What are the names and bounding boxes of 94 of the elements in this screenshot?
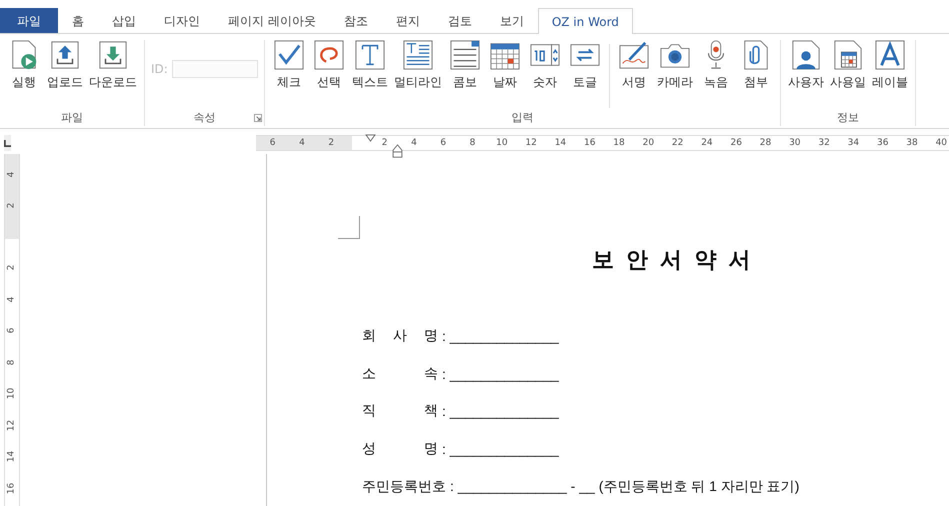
ruler-number: 32 bbox=[818, 137, 830, 150]
ruler-number: 14 bbox=[6, 450, 18, 464]
field-label: 소 속 bbox=[362, 364, 438, 383]
ribbon-button[interactable]: 날짜 bbox=[484, 40, 525, 91]
ruler-number: 4 bbox=[411, 137, 417, 150]
fill-in-line: : ______________ bbox=[442, 440, 559, 457]
group-label: 속성 bbox=[193, 110, 216, 124]
ruler-number: 26 bbox=[730, 137, 742, 150]
id-label: ID: bbox=[151, 62, 168, 76]
ruler-number: 2 bbox=[382, 137, 388, 150]
ruler-number: 8 bbox=[470, 137, 476, 150]
ruler-number: 22 bbox=[672, 137, 684, 150]
ruler-number: 20 bbox=[642, 137, 654, 150]
document-title: 보 안 서 약 서 bbox=[592, 246, 754, 274]
calendar-document-icon bbox=[832, 40, 863, 70]
checkbox-icon bbox=[274, 40, 304, 70]
margin-corner-mark bbox=[338, 216, 360, 239]
ruler-number: 34 bbox=[848, 137, 860, 150]
first-line-indent-icon[interactable] bbox=[365, 134, 376, 142]
ribbon-tab[interactable]: 홈 bbox=[58, 8, 98, 33]
field-label: 직 책 bbox=[362, 402, 438, 420]
fill-in-line: : ______________ bbox=[442, 328, 559, 344]
ribbon-button[interactable]: 레이블 bbox=[868, 40, 911, 91]
list-box-icon bbox=[450, 40, 480, 70]
ruler-number: 2 bbox=[328, 137, 334, 150]
ribbon-button[interactable]: 텍스트 bbox=[348, 40, 391, 91]
ribbon-button[interactable]: 선택 bbox=[308, 40, 349, 91]
ruler-number: 2 bbox=[6, 202, 18, 210]
fill-in-line: : ______________ bbox=[442, 366, 559, 382]
ribbon-tab[interactable]: 삽입 bbox=[98, 8, 150, 33]
ribbon-tab[interactable]: 참조 bbox=[330, 8, 382, 33]
tab-selector-button[interactable] bbox=[4, 135, 11, 151]
ribbon-button[interactable]: 첨부 bbox=[736, 40, 776, 91]
ruler-number: 4 bbox=[6, 295, 18, 304]
field-label: 성 명 bbox=[362, 440, 438, 458]
ruler-number: 6 bbox=[270, 137, 276, 150]
ribbon-button[interactable]: 숫자 bbox=[524, 40, 565, 91]
lasso-icon bbox=[314, 40, 344, 70]
ruler-number: 16 bbox=[584, 137, 596, 150]
ribbon-button[interactable]: 녹음 bbox=[696, 40, 736, 91]
ruler-number: 6 bbox=[6, 326, 18, 336]
ribbon-tab[interactable]: 디자인 bbox=[150, 8, 214, 33]
ribbon-button[interactable]: 멀티라인 bbox=[390, 40, 445, 91]
ruler-number: 2 bbox=[6, 264, 18, 272]
ribbon-button[interactable]: 토글 bbox=[564, 40, 605, 91]
ruler-number: 36 bbox=[876, 137, 888, 150]
ribbon-tab[interactable]: OZ in Word bbox=[538, 8, 633, 34]
ribbon-tab[interactable]: 페이지 레이아웃 bbox=[214, 8, 330, 33]
ruler-number: 38 bbox=[906, 137, 918, 150]
fill-in-line: : ______________ - __ (주민등록번호 뒤 1 자리만 표기) bbox=[450, 478, 800, 496]
ruler-number: 28 bbox=[760, 137, 772, 150]
ruler-number: 4 bbox=[6, 170, 18, 180]
ribbon-button[interactable]: 사용자 bbox=[784, 40, 827, 91]
ribbon-button[interactable]: 다운로드 bbox=[86, 40, 140, 91]
ruler-number: 30 bbox=[789, 137, 801, 150]
ribbon-tab[interactable]: 보기 bbox=[486, 8, 538, 33]
fill-in-line: : ______________ bbox=[442, 403, 559, 420]
ribbon-button[interactable]: 체크 bbox=[268, 40, 309, 91]
text-lines-icon bbox=[402, 40, 433, 70]
ribbon-button[interactable]: 업로드 bbox=[44, 40, 86, 91]
group-label: 파일 bbox=[61, 110, 83, 124]
text-letter-icon bbox=[354, 40, 385, 70]
ruler-number: 4 bbox=[299, 137, 305, 150]
ruler-number: 10 bbox=[496, 137, 508, 150]
left-tab-icon bbox=[4, 140, 11, 146]
ruler-number: 40 bbox=[936, 137, 948, 150]
left-indent-icon[interactable] bbox=[392, 144, 403, 158]
letter-icon bbox=[874, 40, 905, 70]
pen-signature-icon bbox=[618, 40, 649, 70]
upload-icon bbox=[50, 40, 80, 70]
ruler-number: 12 bbox=[525, 137, 537, 150]
ruler-number: 6 bbox=[440, 137, 446, 150]
dialog-launcher-icon[interactable] bbox=[254, 114, 262, 122]
download-icon bbox=[98, 40, 128, 70]
ribbon-tab[interactable]: 검토 bbox=[434, 8, 486, 33]
ruler-number: 18 bbox=[613, 137, 625, 150]
ruler-number: 10 bbox=[6, 386, 18, 400]
field-label: 주민등록번호 bbox=[362, 478, 446, 496]
ribbon-button[interactable]: 실행 bbox=[4, 40, 44, 91]
ruler-number: 16 bbox=[6, 481, 18, 495]
ribbon-tab[interactable]: 파일 bbox=[0, 8, 58, 33]
group-label: 정보 bbox=[836, 110, 859, 124]
ruler-number: 14 bbox=[554, 137, 566, 150]
ribbon-button[interactable]: 콤보 bbox=[444, 40, 485, 91]
user-document-icon bbox=[790, 40, 821, 70]
ribbon-tab[interactable]: 편지 bbox=[382, 8, 434, 33]
field-label: 회 사 명 bbox=[362, 326, 438, 345]
ruler-number: 12 bbox=[6, 418, 18, 432]
ruler-number: 24 bbox=[701, 137, 713, 150]
ribbon-button[interactable]: 사용일 bbox=[826, 40, 869, 91]
ribbon-button[interactable]: 서명 bbox=[614, 40, 654, 91]
group-label: 입력 bbox=[511, 110, 534, 124]
ribbon-button[interactable]: 카메라 bbox=[654, 40, 696, 91]
ruler-number: 8 bbox=[6, 358, 18, 367]
